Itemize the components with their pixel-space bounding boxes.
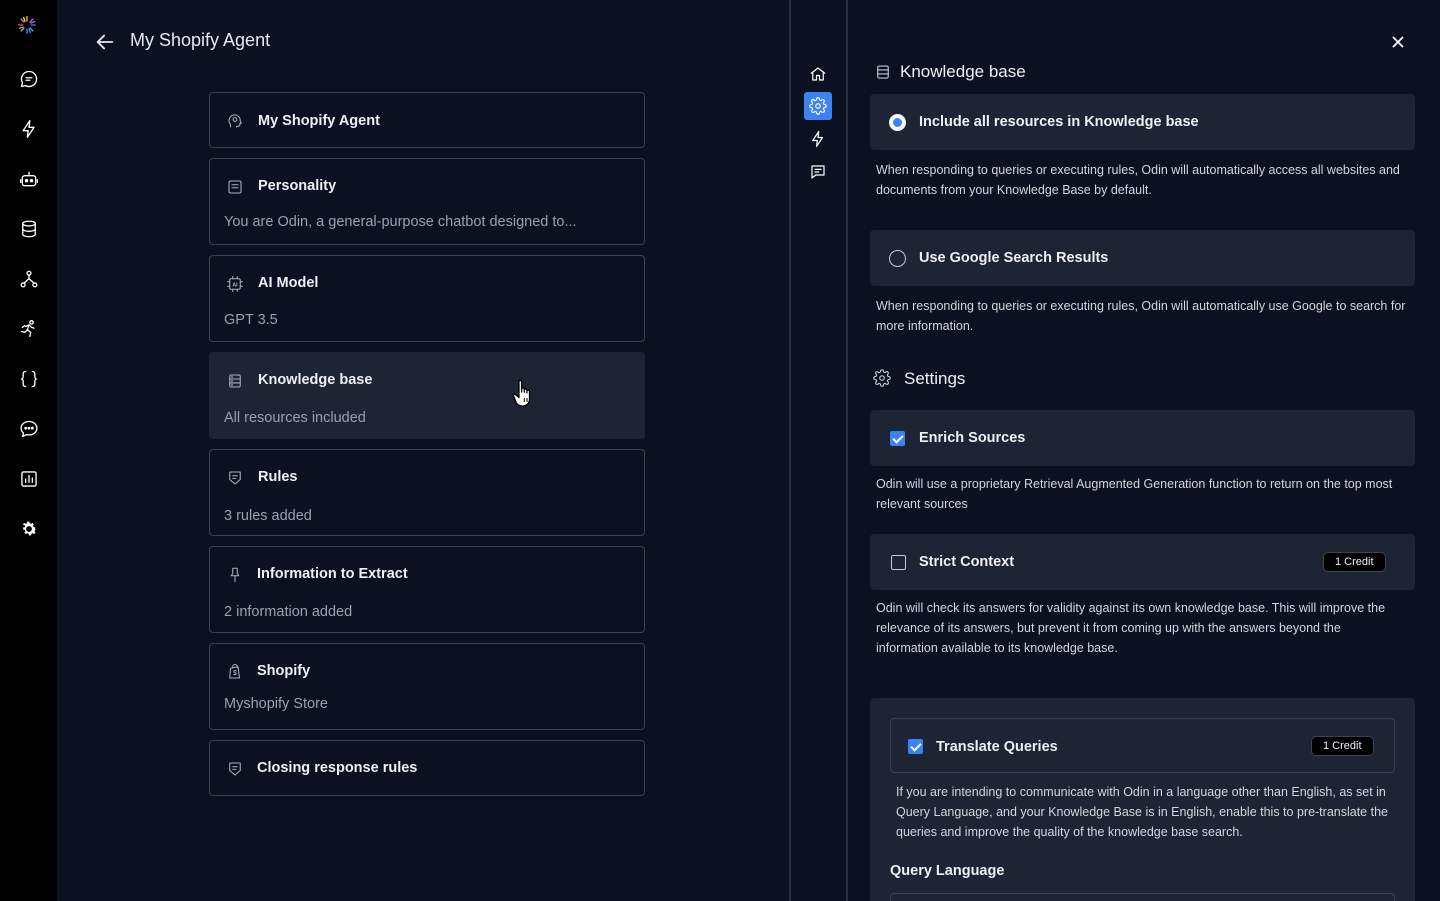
- setting-label: Enrich Sources: [919, 430, 1026, 446]
- card-agent-name[interactable]: My Shopify Agent: [209, 92, 645, 148]
- divider: [789, 0, 791, 901]
- setting-strict-context[interactable]: Strict Context 1 Credit: [870, 534, 1415, 590]
- home-icon: [809, 65, 827, 83]
- shield-list-icon: [226, 760, 244, 778]
- back-arrow-icon[interactable]: [94, 31, 116, 53]
- card-title: Shopify: [257, 663, 311, 679]
- card-title: AI Model: [258, 275, 319, 291]
- message-icon: [809, 163, 827, 181]
- card-subtitle: Myshopify Store: [224, 696, 328, 712]
- setting-description: If you are intending to communicate with…: [896, 785, 1388, 839]
- close-icon[interactable]: [1389, 33, 1407, 51]
- tab-home[interactable]: [804, 60, 832, 88]
- database-icon[interactable]: [17, 217, 40, 240]
- svg-text:AI: AI: [232, 282, 238, 288]
- translate-checkbox[interactable]: [908, 739, 923, 754]
- radio-selected[interactable]: [889, 114, 906, 131]
- tab-messages[interactable]: [804, 158, 832, 186]
- chat-icon[interactable]: [17, 67, 40, 90]
- page-title: My Shopify Agent: [130, 30, 271, 50]
- query-language-label: Query Language: [890, 863, 1005, 879]
- gear-icon: [873, 369, 891, 387]
- card-title: Closing response rules: [257, 760, 418, 776]
- logo-icon[interactable]: [17, 15, 40, 38]
- setting-description: Odin will use a proprietary Retrieval Au…: [876, 477, 1393, 511]
- option-google-search[interactable]: Use Google Search Results: [870, 230, 1415, 286]
- card-ai-model[interactable]: AI AI Model GPT 3.5: [209, 255, 645, 342]
- shopify-bag-icon: [226, 663, 244, 681]
- card-shopify[interactable]: Shopify Myshopify Store: [209, 643, 645, 730]
- card-closing-response-rules[interactable]: Closing response rules: [209, 740, 645, 796]
- strict-context-checkbox[interactable]: [891, 555, 906, 570]
- run-icon[interactable]: [17, 317, 40, 340]
- card-subtitle: You are Odin, a general-purpose chatbot …: [224, 214, 577, 230]
- card-knowledge-base[interactable]: Knowledge base All resources included: [209, 352, 645, 439]
- card-title: Information to Extract: [257, 566, 408, 582]
- credit-badge: 1 Credit: [1311, 736, 1374, 756]
- option-label: Include all resources in Knowledge base: [919, 114, 1199, 130]
- setting-enrich-sources[interactable]: Enrich Sources: [870, 410, 1415, 466]
- card-subtitle: 3 rules added: [224, 508, 312, 524]
- settings-title: Settings: [904, 369, 966, 388]
- credit-badge: 1 Credit: [1323, 552, 1386, 572]
- radio-unselected[interactable]: [889, 250, 906, 267]
- document-icon: [226, 178, 244, 196]
- option-description: When responding to queries or executing …: [876, 299, 1406, 333]
- query-language-select[interactable]: [890, 893, 1395, 901]
- setting-description: Odin will check its answers for validity…: [876, 601, 1386, 655]
- database-icon: [226, 372, 244, 390]
- setting-translate-queries[interactable]: Translate Queries 1 Credit: [890, 718, 1395, 773]
- lightning-icon[interactable]: [17, 117, 40, 140]
- hand-cursor-icon: [512, 379, 531, 407]
- hierarchy-icon[interactable]: [17, 267, 40, 290]
- setting-label: Translate Queries: [936, 739, 1058, 755]
- code-braces-icon[interactable]: [17, 367, 40, 390]
- database-icon: [874, 63, 892, 81]
- ai-chip-icon: AI: [226, 275, 244, 293]
- tab-settings[interactable]: [804, 92, 832, 120]
- card-information-to-extract[interactable]: Information to Extract 2 information add…: [209, 546, 645, 633]
- card-title: My Shopify Agent: [258, 113, 380, 129]
- option-label: Use Google Search Results: [919, 250, 1109, 266]
- card-personality[interactable]: Personality You are Odin, a general-purp…: [209, 158, 645, 245]
- card-rules[interactable]: Rules 3 rules added: [209, 449, 645, 536]
- card-title: Rules: [258, 469, 298, 485]
- card-title: Personality: [258, 178, 337, 194]
- head-icon: [226, 112, 244, 130]
- settings-icon[interactable]: [17, 517, 40, 540]
- panel-title: Knowledge base: [900, 62, 1026, 81]
- card-subtitle: 2 information added: [224, 604, 353, 620]
- option-include-all-resources[interactable]: Include all resources in Knowledge base: [870, 94, 1415, 150]
- agent-editor: My Shopify Agent My Shopify Agent Person…: [57, 0, 790, 901]
- nav-rail: [0, 0, 57, 901]
- shield-list-icon: [226, 469, 244, 487]
- card-subtitle: All resources included: [224, 410, 366, 426]
- message-dots-icon[interactable]: [17, 417, 40, 440]
- card-subtitle: GPT 3.5: [224, 312, 278, 328]
- card-title: Knowledge base: [258, 372, 373, 388]
- chart-icon[interactable]: [17, 467, 40, 490]
- option-description: When responding to queries or executing …: [876, 163, 1400, 197]
- pin-icon: [226, 566, 244, 584]
- lightning-icon: [809, 130, 827, 148]
- bot-icon[interactable]: [17, 167, 40, 190]
- setting-label: Strict Context: [919, 554, 1015, 570]
- enrich-checkbox[interactable]: [890, 431, 905, 446]
- tab-actions[interactable]: [804, 125, 832, 153]
- gear-icon: [809, 97, 827, 115]
